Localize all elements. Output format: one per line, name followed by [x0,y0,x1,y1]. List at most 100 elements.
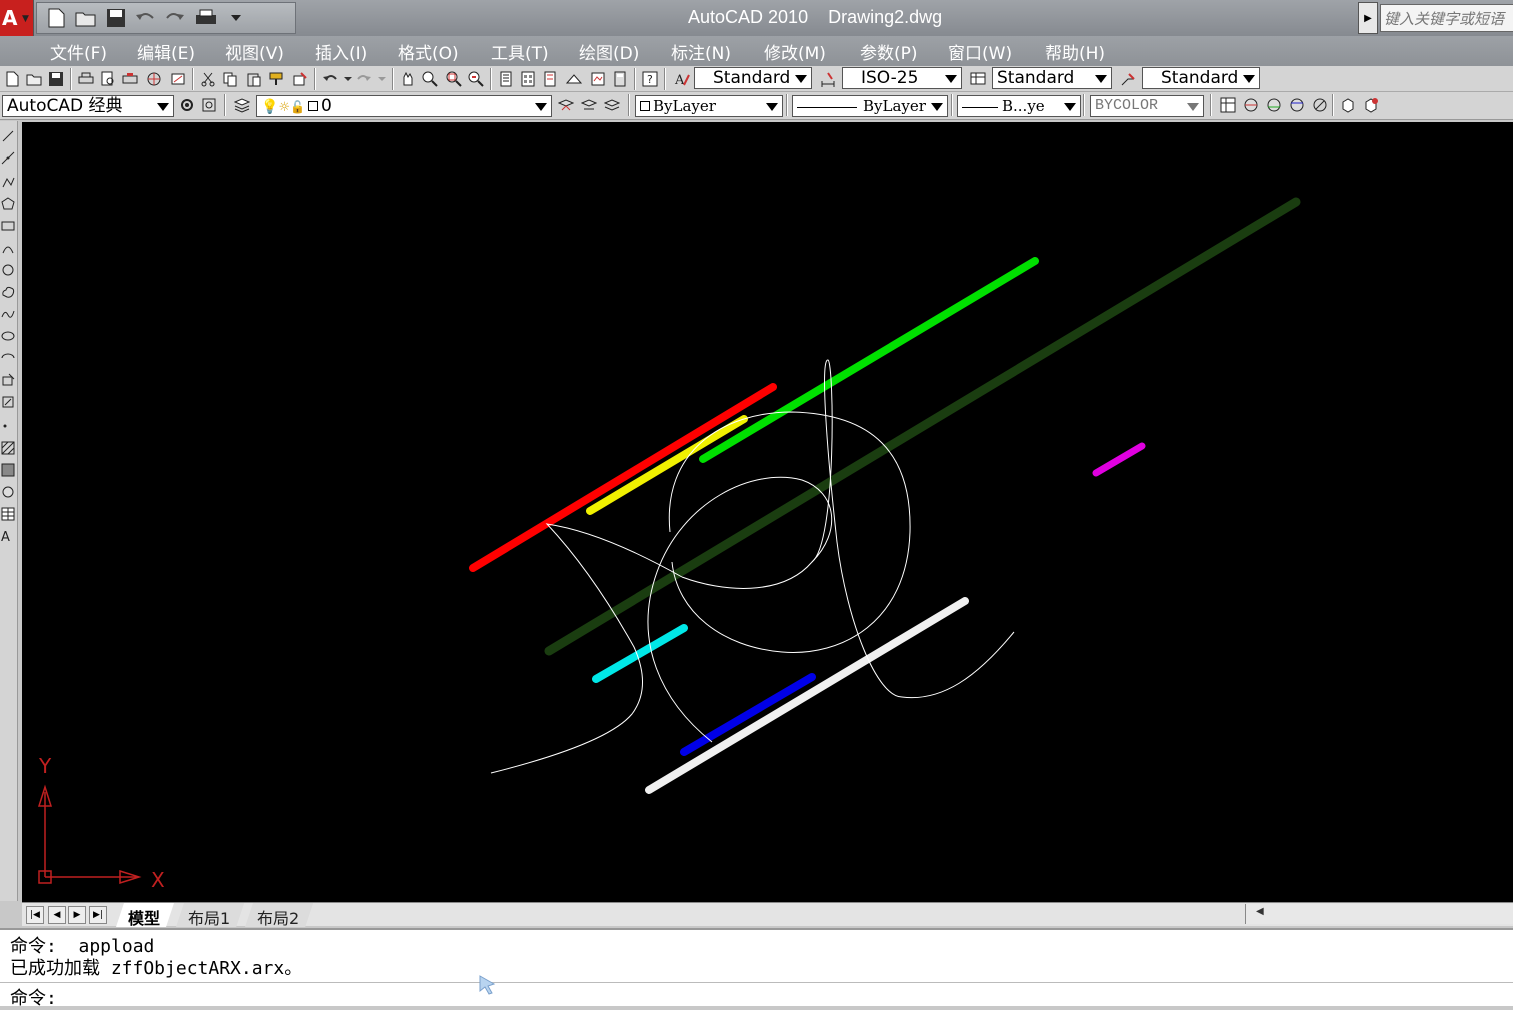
menu-tools[interactable]: 工具(T) [491,39,549,64]
make-current-layer-icon[interactable] [556,95,576,115]
cyan-line[interactable] [592,624,688,683]
menu-edit[interactable]: 编辑(E) [137,39,195,64]
layer-state-icon[interactable] [602,95,622,115]
ellipse-icon[interactable] [1,329,15,343]
ellipse-arc-icon[interactable] [1,351,15,365]
insert-block-icon[interactable] [1,373,15,387]
orbit-icon[interactable] [1310,95,1330,115]
make-block-icon[interactable] [1,395,15,409]
rectangle-icon[interactable] [1,219,15,233]
menu-help[interactable]: 帮助(H) [1045,39,1105,64]
first-tab-icon[interactable]: |◀ [26,906,44,924]
redo-icon[interactable] [354,69,374,89]
qnew-icon[interactable] [2,69,22,89]
qat-dropdown-icon[interactable] [223,5,249,31]
markup-icon[interactable] [588,69,608,89]
workspace-select[interactable]: AutoCAD 经典 [2,95,174,117]
design-center-icon[interactable] [518,69,538,89]
3d-dwf-icon[interactable] [144,69,164,89]
tab-layout1[interactable]: 布局1 [176,903,244,927]
match-properties-icon[interactable] [266,69,286,89]
horizontal-scrollbar[interactable]: ◀ [1245,904,1513,924]
layer-freeze-icon[interactable]: ☼ [278,100,290,115]
3d-box-icon[interactable] [1338,95,1358,115]
tab-layout2[interactable]: 布局2 [245,903,313,927]
linetype-select[interactable]: ByLayer [792,95,948,117]
zoom-previous-icon[interactable] [466,69,486,89]
sheet-set-icon[interactable] [564,69,584,89]
magenta-line[interactable] [1092,442,1146,477]
pan-icon[interactable] [398,69,418,89]
paste-icon[interactable] [244,69,264,89]
search-input[interactable]: 键入关键字或短语 [1380,4,1513,32]
front-view-icon[interactable] [1264,95,1284,115]
arc-icon[interactable] [1,241,15,255]
menu-draw[interactable]: 绘图(D) [579,39,639,64]
mtext-icon[interactable]: A [1,529,15,543]
block-editor-icon[interactable] [290,69,310,89]
region-icon[interactable] [1,485,15,499]
workspace-save-icon[interactable] [199,95,219,115]
circle-icon[interactable] [1,263,15,277]
lineweight-select[interactable]: B...ye [957,95,1081,117]
save-icon[interactable] [46,69,66,89]
gradient-icon[interactable] [1,463,15,477]
text-style-icon[interactable]: A [672,69,692,89]
line-icon[interactable] [1,129,15,143]
white-line[interactable] [645,597,969,794]
open-folder-icon[interactable] [73,5,99,31]
plotstyle-select[interactable]: BYCOLOR [1090,95,1204,117]
tool-palettes-icon[interactable] [540,69,560,89]
table-icon[interactable] [1,507,15,521]
color-select[interactable]: ByLayer [635,95,783,117]
menu-parametric[interactable]: 参数(P) [860,39,918,64]
save-icon[interactable] [103,5,129,31]
named-views-icon[interactable] [1218,95,1238,115]
freehand-spline-3[interactable] [668,411,911,653]
expand-icon[interactable]: ▶ [1358,2,1378,34]
scroll-left-icon[interactable]: ◀ [1256,906,1264,917]
xline-icon[interactable] [1,151,15,165]
open-icon[interactable] [24,69,44,89]
left-view-icon[interactable] [1287,95,1307,115]
menu-format[interactable]: 格式(O) [398,39,459,64]
copy-icon[interactable] [220,69,240,89]
application-menu-button[interactable]: A ▼ [0,0,34,36]
menu-view[interactable]: 视图(V) [225,39,284,64]
yellow-line[interactable] [586,415,748,515]
menu-modify[interactable]: 修改(M) [764,39,826,64]
layer-lock-icon[interactable]: 🔓 [290,100,305,114]
last-tab-icon[interactable]: ▶| [89,906,107,924]
point-icon[interactable] [1,419,15,433]
layer-select[interactable]: 💡☼🔓 0 [256,95,552,117]
next-tab-icon[interactable]: ▶ [68,906,86,924]
dark-green-line[interactable] [544,197,1301,656]
render-icon[interactable] [1361,95,1381,115]
plot-preview-icon[interactable] [98,69,118,89]
layer-on-icon[interactable]: 💡 [261,99,278,115]
freehand-spline-2[interactable] [647,476,833,743]
spline-icon[interactable] [1,307,15,321]
tab-model[interactable]: 模型 [116,903,174,927]
command-prompt[interactable]: 命令: [10,984,57,1010]
hatch-icon[interactable] [1,441,15,455]
help-icon[interactable]: ? [640,69,660,89]
table-style-icon[interactable] [968,69,988,89]
workspace-settings-icon[interactable] [177,95,197,115]
new-file-icon[interactable] [43,5,69,31]
menu-window[interactable]: 窗口(W) [948,39,1012,64]
etransmit-icon[interactable] [168,69,188,89]
publish-icon[interactable] [120,69,140,89]
mleader-style-select[interactable]: Standard [1142,67,1260,89]
calculator-icon[interactable] [610,69,630,89]
layer-previous-icon[interactable] [579,95,599,115]
polyline-icon[interactable] [1,175,15,189]
mleader-style-icon[interactable] [1118,69,1138,89]
menu-insert[interactable]: 插入(I) [315,39,367,64]
text-style-select[interactable]: Standard [694,67,812,89]
revcloud-icon[interactable] [1,285,15,299]
redo-dropdown-icon[interactable] [372,69,392,89]
redo-icon[interactable] [163,5,189,31]
zoom-window-icon[interactable] [444,69,464,89]
properties-icon[interactable] [496,69,516,89]
